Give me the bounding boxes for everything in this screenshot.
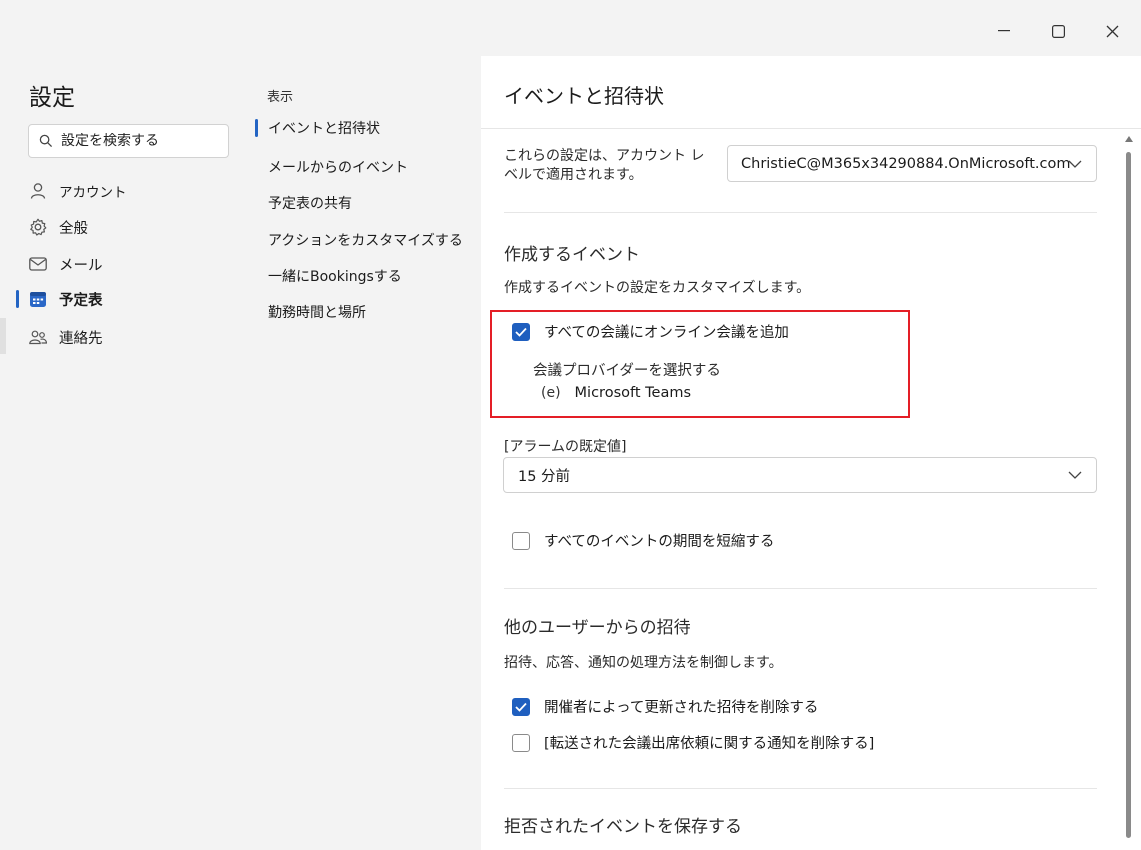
subnav-item-work-hours[interactable]: 勤務時間と場所: [268, 302, 366, 322]
account-dropdown-value: ChristieC@M365x34290884.OnMicrosoft.com: [741, 155, 1071, 172]
shorten-events-checkbox[interactable]: [512, 531, 530, 550]
account-note-line2: ベルで適用されます。: [504, 167, 643, 183]
scrollbar-thumb[interactable]: [1126, 152, 1131, 838]
subnav-selection-indicator: [255, 119, 258, 137]
divider: [504, 212, 1097, 213]
calendar-icon: [28, 289, 48, 309]
subnav-item-shared-calendars[interactable]: 予定表の共有: [268, 193, 352, 213]
close-button[interactable]: [1098, 18, 1126, 44]
add-online-meeting-label: すべての会議にオンライン会議を追加: [544, 325, 789, 341]
account-note-line1: これらの設定は、アカウント レ: [504, 148, 705, 164]
gear-icon: [28, 217, 48, 237]
delete-forwarded-notices-label: [転送された会議出席依頼に関する通知を削除する]: [544, 736, 875, 752]
divider: [504, 788, 1097, 789]
search-input[interactable]: [61, 133, 221, 149]
chevron-down-icon: [1068, 160, 1082, 168]
teams-provider-icon: (e): [541, 385, 561, 401]
delete-updated-invites-checkbox[interactable]: [512, 697, 530, 716]
subnav-item-events-from-email[interactable]: メールからのイベント: [268, 157, 408, 177]
sidebar-item-contacts[interactable]: 連絡先: [28, 322, 103, 352]
sidebar-item-label: 予定表: [59, 292, 103, 309]
add-online-meeting-checkbox[interactable]: [512, 322, 530, 341]
account-note: これらの設定は、アカウント レ ベルで適用されます。: [504, 147, 704, 185]
minimize-button[interactable]: [990, 18, 1018, 44]
sidebar-item-account[interactable]: アカウント: [28, 176, 127, 206]
sidebar-item-general[interactable]: 全般: [28, 212, 88, 242]
reminder-dropdown-value: 15 分前: [518, 468, 571, 485]
add-online-meeting-option[interactable]: すべての会議にオンライン会議を追加: [512, 321, 789, 342]
sidebar-selection-indicator: [16, 290, 19, 308]
mail-icon: [28, 254, 48, 274]
person-icon: [28, 181, 48, 201]
scroll-up-arrow[interactable]: [1124, 134, 1134, 144]
search-icon: [39, 134, 53, 148]
created-events-description: 作成するイベントの設定をカスタマイズします。: [504, 280, 811, 296]
declined-events-title: 拒否されたイベントを保存する: [504, 817, 742, 837]
invitations-title: 他のユーザーからの招待: [504, 618, 691, 638]
chevron-down-icon: [1068, 471, 1082, 479]
subnav-item-events-invitations[interactable]: イベントと招待状: [268, 118, 380, 138]
page-title: イベントと招待状: [504, 84, 664, 108]
sidebar-item-label: アカウント: [59, 185, 127, 201]
maximize-button[interactable]: [1044, 18, 1072, 44]
invitations-description: 招待、応答、通知の処理方法を制御します。: [504, 655, 783, 671]
settings-title: 設定: [29, 85, 75, 111]
meeting-provider-option[interactable]: (e) Microsoft Teams: [541, 385, 691, 401]
people-icon: [28, 327, 48, 347]
reminder-dropdown[interactable]: 15 分前: [503, 457, 1097, 493]
subnav-item-bookings[interactable]: 一緒にBookingsする: [268, 266, 402, 286]
sidebar-item-mail[interactable]: メール: [28, 249, 103, 279]
subnav-item-customize-actions[interactable]: アクションをカスタマイズする: [268, 230, 463, 250]
account-dropdown[interactable]: ChristieC@M365x34290884.OnMicrosoft.com: [727, 145, 1097, 182]
delete-forwarded-notices-option[interactable]: [転送された会議出席依頼に関する通知を削除する]: [512, 732, 874, 753]
delete-forwarded-notices-checkbox[interactable]: [512, 733, 530, 752]
created-events-title: 作成するイベント: [504, 245, 640, 265]
sidebar-item-label: 連絡先: [59, 330, 103, 347]
meeting-provider-value: Microsoft Teams: [574, 385, 692, 401]
settings-search[interactable]: [28, 124, 229, 158]
background-window-edge: [0, 318, 6, 354]
divider: [504, 588, 1097, 589]
delete-updated-invites-option[interactable]: 開催者によって更新された招待を削除する: [512, 696, 818, 717]
sidebar-item-label: 全般: [59, 220, 88, 237]
sidebar-item-label: メール: [59, 257, 103, 274]
subnav-header: 表示: [267, 90, 294, 105]
meeting-provider-label: 会議プロバイダーを選択する: [533, 363, 721, 379]
shorten-events-label: すべてのイベントの期間を短縮する: [544, 534, 775, 550]
sidebar-item-calendar[interactable]: 予定表: [28, 284, 103, 314]
shorten-events-option[interactable]: すべてのイベントの期間を短縮する: [512, 530, 774, 551]
reminder-label: [アラームの既定値]: [504, 439, 627, 455]
delete-updated-invites-label: 開催者によって更新された招待を削除する: [544, 700, 819, 716]
